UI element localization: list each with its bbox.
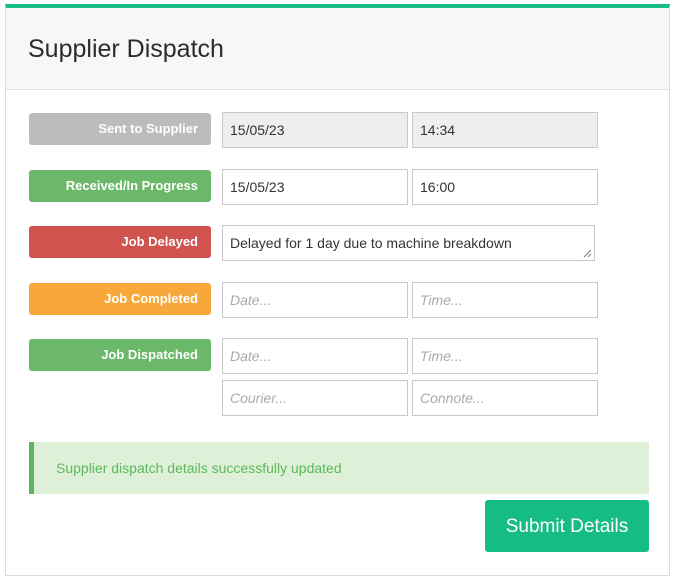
page-title: Supplier Dispatch bbox=[28, 35, 224, 63]
received-in-progress-label: Received/In Progress bbox=[29, 170, 211, 202]
sent-to-supplier-label: Sent to Supplier bbox=[29, 113, 211, 145]
dispatched-date-field[interactable]: Date... bbox=[222, 338, 408, 374]
job-completed-label: Job Completed bbox=[29, 283, 211, 315]
job-dispatched-label: Job Dispatched bbox=[29, 339, 211, 371]
courier-field[interactable]: Courier... bbox=[222, 380, 408, 416]
panel-header: Supplier Dispatch bbox=[6, 8, 669, 90]
dispatched-time-field[interactable]: Time... bbox=[412, 338, 598, 374]
submit-details-button[interactable]: Submit Details bbox=[485, 500, 649, 552]
sent-time-field: 14:34 bbox=[412, 112, 598, 148]
completed-date-field[interactable]: Date... bbox=[222, 282, 408, 318]
delay-note-text: Delayed for 1 day due to machine breakdo… bbox=[230, 235, 512, 251]
completed-time-field[interactable]: Time... bbox=[412, 282, 598, 318]
supplier-dispatch-panel: Supplier Dispatch Sent to Supplier 15/05… bbox=[5, 4, 670, 576]
received-time-field[interactable]: 16:00 bbox=[412, 169, 598, 205]
success-alert: Supplier dispatch details successfully u… bbox=[29, 442, 649, 494]
sent-date-field: 15/05/23 bbox=[222, 112, 408, 148]
job-delayed-label: Job Delayed bbox=[29, 226, 211, 258]
connote-field[interactable]: Connote... bbox=[412, 380, 598, 416]
resize-grip-icon[interactable] bbox=[583, 249, 592, 258]
delay-note-textarea[interactable]: Delayed for 1 day due to machine breakdo… bbox=[222, 225, 595, 261]
received-date-field[interactable]: 15/05/23 bbox=[222, 169, 408, 205]
